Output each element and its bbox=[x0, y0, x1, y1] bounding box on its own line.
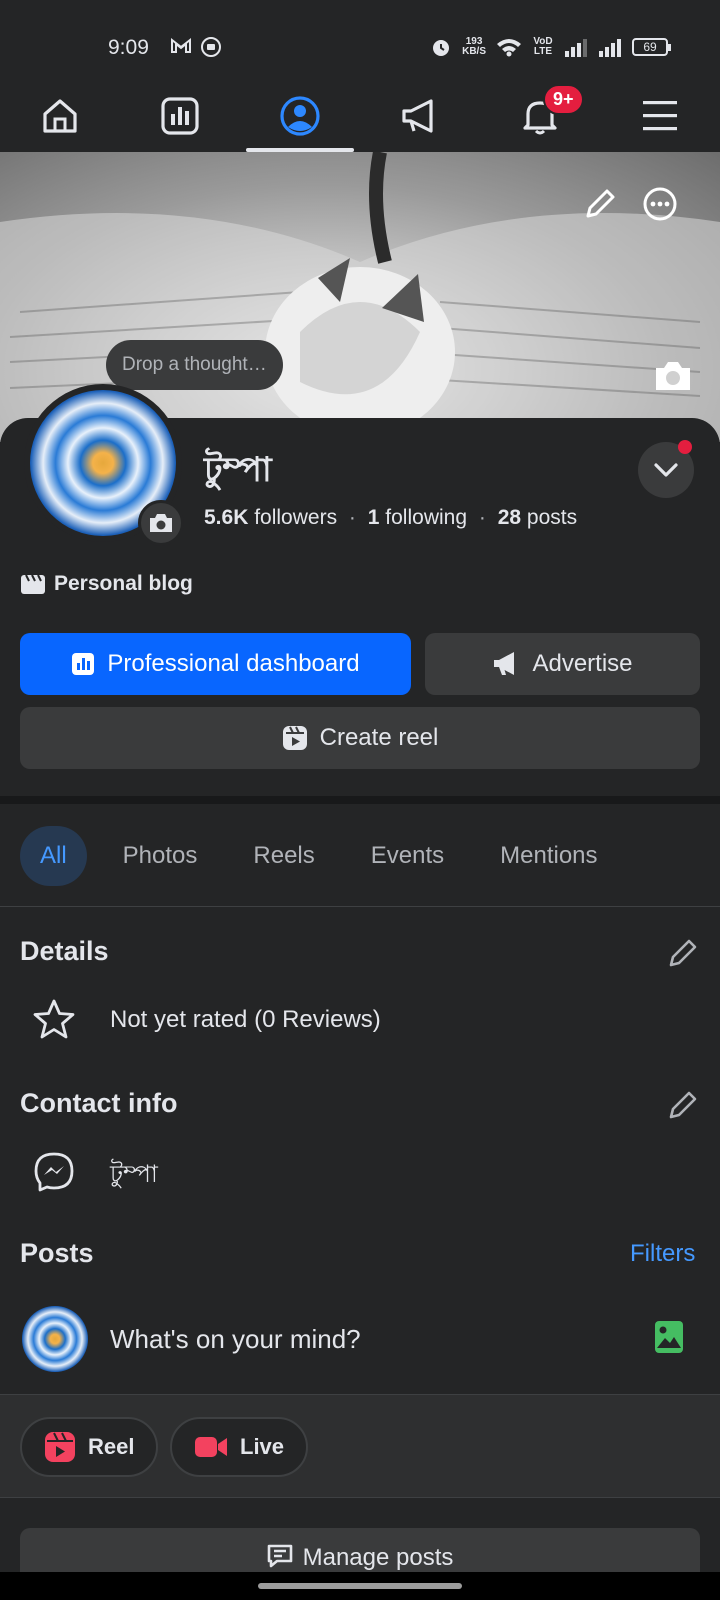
megaphone-icon bbox=[494, 652, 515, 675]
reel-label: Reel bbox=[88, 1434, 135, 1459]
battery-icon: 69 bbox=[632, 38, 671, 56]
pencil-icon bbox=[669, 939, 697, 967]
category-label: Personal blog bbox=[54, 572, 193, 595]
professional-dashboard-button[interactable]: Professional dashboard bbox=[20, 633, 411, 695]
messenger-icon bbox=[32, 1150, 76, 1199]
followers-count: 5.6K bbox=[204, 506, 249, 529]
rating-text: Not yet rated (0 Reviews) bbox=[110, 1006, 381, 1033]
live-label: Live bbox=[240, 1434, 285, 1459]
wifi-icon bbox=[497, 39, 521, 57]
system-nav-bar bbox=[0, 1572, 720, 1600]
create-reel-button[interactable]: Create reel bbox=[20, 707, 700, 769]
reel-button[interactable]: Reel bbox=[20, 1417, 159, 1477]
profile-name: টুম্পা bbox=[204, 451, 272, 489]
profile-stats: 5.6K followers · 1 following · 28 posts bbox=[204, 506, 577, 530]
filters-link[interactable]: Filters bbox=[630, 1240, 695, 1268]
star-icon bbox=[32, 998, 76, 1045]
home-icon bbox=[43, 99, 77, 133]
dashboard-icon bbox=[72, 653, 95, 675]
composer-actions: Reel Live bbox=[0, 1394, 720, 1498]
pencil-icon bbox=[586, 189, 615, 218]
separator-dot: · bbox=[348, 506, 356, 529]
tab-photos[interactable]: Photos bbox=[103, 826, 218, 886]
edit-cover-button[interactable] bbox=[580, 184, 620, 229]
posts-title: Posts bbox=[20, 1238, 94, 1268]
composer-avatar[interactable] bbox=[22, 1306, 88, 1372]
avatar-camera-button[interactable] bbox=[138, 500, 184, 546]
details-title: Details bbox=[20, 936, 109, 966]
drop-thought-bubble[interactable]: Drop a thought… bbox=[106, 340, 283, 390]
photo-icon bbox=[655, 1321, 683, 1353]
more-options-icon bbox=[643, 187, 677, 221]
tab-all[interactable]: All bbox=[20, 826, 87, 886]
posts-label: posts bbox=[526, 506, 578, 529]
advertise-button[interactable]: Advertise bbox=[425, 633, 700, 695]
nav-ads[interactable] bbox=[360, 80, 480, 152]
contact-info-title: Contact info bbox=[20, 1088, 178, 1118]
professional-dashboard-label: Professional dashboard bbox=[107, 650, 360, 677]
app-notification-icon bbox=[201, 37, 221, 57]
reel-icon bbox=[282, 726, 307, 750]
status-time: 9:09 bbox=[108, 36, 149, 59]
signal-icon-2 bbox=[599, 39, 621, 57]
edit-contact-button[interactable] bbox=[666, 1088, 700, 1127]
section-divider bbox=[0, 796, 720, 804]
top-nav: 9+ bbox=[0, 80, 720, 152]
following-label[interactable]: following bbox=[385, 506, 467, 529]
chevron-down-icon bbox=[654, 463, 678, 477]
manage-posts-label: Manage posts bbox=[302, 1544, 454, 1571]
pencil-icon bbox=[669, 1091, 697, 1119]
separator-dot: · bbox=[478, 506, 486, 529]
advertise-label: Advertise bbox=[532, 650, 633, 677]
menu-icon bbox=[643, 101, 677, 131]
status-bar: 9:09 193 KB/S VoD LTE 69 bbox=[0, 0, 720, 80]
tab-mentions[interactable]: Mentions bbox=[480, 826, 617, 886]
blog-icon bbox=[21, 574, 45, 594]
signal-icon-1 bbox=[565, 39, 587, 57]
megaphone-icon bbox=[402, 99, 433, 133]
live-button[interactable]: Live bbox=[170, 1417, 309, 1477]
live-video-icon bbox=[195, 1437, 227, 1457]
nav-menu[interactable] bbox=[600, 80, 720, 152]
notification-badge: 9+ bbox=[543, 84, 584, 115]
gmail-icon bbox=[171, 37, 191, 53]
home-gesture-handle[interactable] bbox=[258, 1583, 462, 1589]
nav-profile[interactable] bbox=[240, 80, 360, 152]
carrier-badge: VoD LTE bbox=[533, 36, 553, 57]
posts-count: 28 bbox=[497, 506, 522, 529]
profile-icon bbox=[280, 96, 320, 136]
manage-posts-icon bbox=[267, 1544, 292, 1568]
status-notification-icons bbox=[170, 36, 222, 58]
composer-input[interactable]: What's on your mind? bbox=[110, 1324, 361, 1355]
nav-notifications[interactable]: 9+ bbox=[480, 80, 600, 152]
cover-more-button[interactable] bbox=[640, 184, 680, 229]
switch-notification-dot bbox=[678, 440, 692, 454]
create-reel-label: Create reel bbox=[319, 724, 439, 751]
messenger-contact[interactable]: টুম্পা bbox=[110, 1156, 158, 1196]
alarm-icon bbox=[433, 40, 450, 56]
tab-reels[interactable]: Reels bbox=[233, 826, 334, 886]
cover-camera-button[interactable] bbox=[652, 358, 694, 399]
tab-events[interactable]: Events bbox=[351, 826, 464, 886]
network-speed: 193 KB/S bbox=[462, 36, 486, 57]
tabs-divider bbox=[0, 906, 720, 907]
nav-dashboard[interactable] bbox=[120, 80, 240, 152]
photo-button[interactable] bbox=[654, 1320, 684, 1359]
reel-icon bbox=[45, 1432, 75, 1462]
edit-details-button[interactable] bbox=[666, 936, 700, 975]
profile-tabs: All Photos Reels Events Mentions bbox=[20, 826, 634, 886]
nav-home[interactable] bbox=[0, 80, 120, 152]
page-category: Personal blog bbox=[20, 572, 193, 596]
camera-icon bbox=[150, 514, 172, 532]
followers-label[interactable]: followers bbox=[254, 506, 337, 529]
dashboard-icon bbox=[161, 97, 199, 135]
following-count: 1 bbox=[367, 506, 380, 529]
camera-icon bbox=[656, 362, 690, 390]
status-system-icons: 193 KB/S VoD LTE 69 bbox=[430, 36, 671, 58]
